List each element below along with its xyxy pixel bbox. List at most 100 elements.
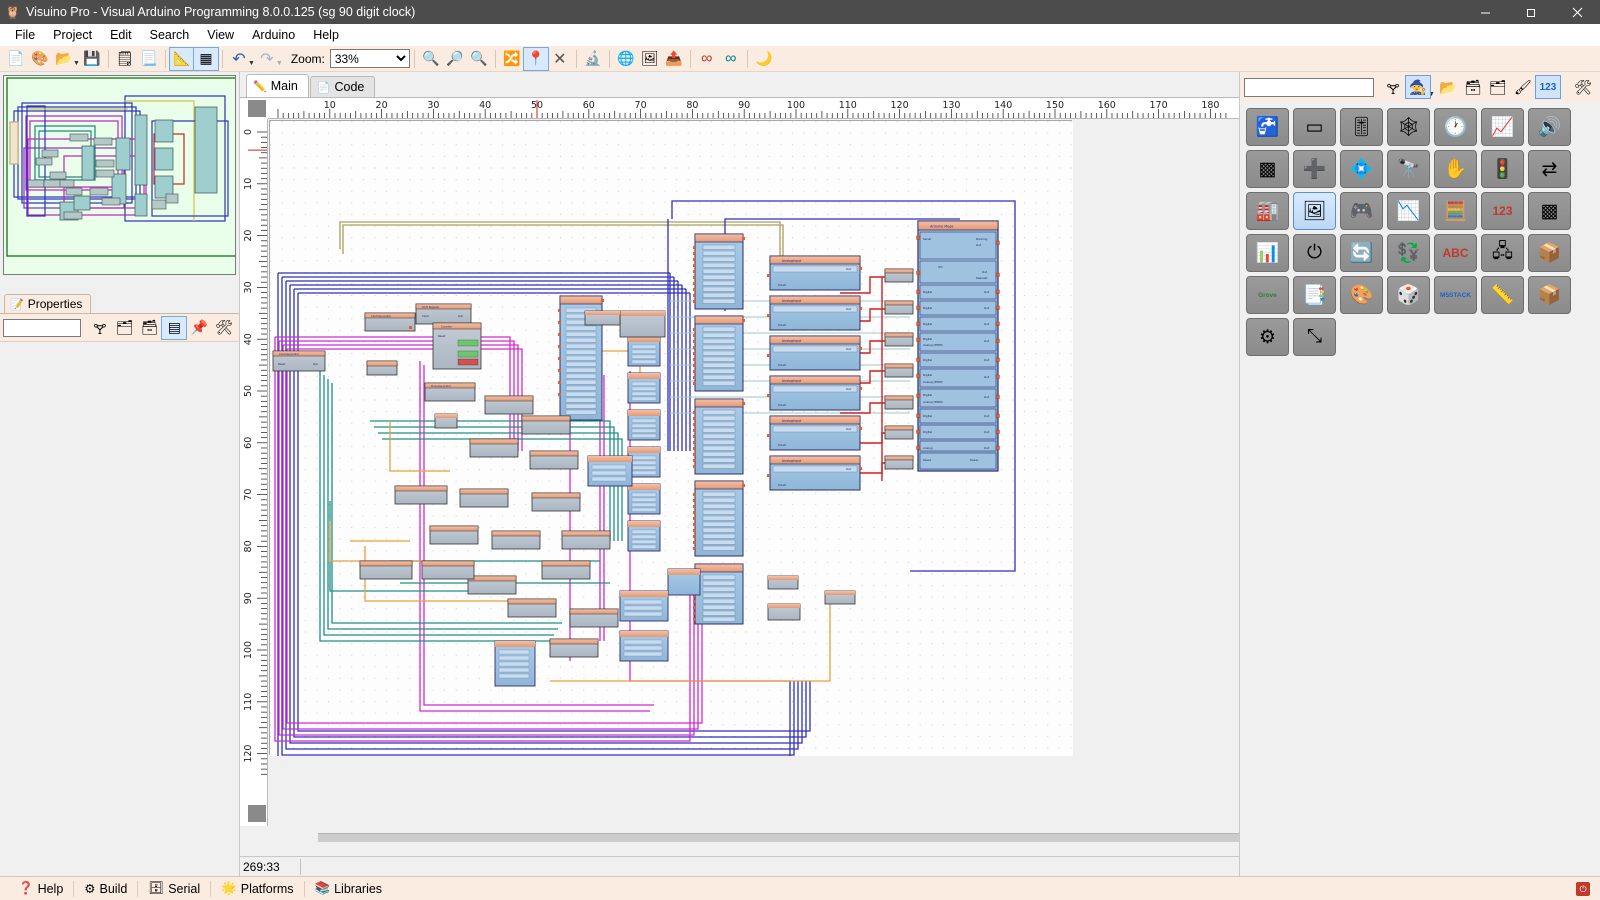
chart-category-icon[interactable]: 📈 (1481, 108, 1524, 146)
delete-connections-icon[interactable]: ✕ (548, 48, 572, 70)
show-grid-icon[interactable]: ▦ (192, 46, 219, 71)
menu-help[interactable]: Help (304, 26, 348, 44)
zoom-select[interactable]: 10%25%33%50%75%100%150%200% (329, 49, 410, 68)
traffic-light-category-icon[interactable]: 🚦 (1481, 150, 1524, 188)
platforms-button[interactable]: 🌟 Platforms (211, 877, 303, 900)
arduino-compile-icon[interactable]: ∞ (695, 48, 719, 70)
serial-button[interactable]: 🗄 Serial (138, 877, 210, 900)
select-board-icon[interactable]: 🌐 (614, 48, 638, 70)
upload-icon[interactable]: 📤 (662, 48, 686, 70)
arrange-connections-icon[interactable]: 🔀 (500, 48, 524, 70)
boolean-category-icon[interactable]: 🎚 (1340, 108, 1383, 146)
close-button[interactable] (1554, 0, 1600, 24)
audio-category-icon[interactable]: 🔊 (1528, 108, 1571, 146)
horizontal-ruler[interactable]: 10 20 30 40 50 60 70 80 90 100 110 120 130 140 150 160 1… (268, 98, 1239, 119)
network-category-icon[interactable]: 🖧 (1481, 234, 1524, 272)
stop-icon[interactable]: ⏻ (1576, 881, 1590, 896)
memory-category-icon[interactable]: ▭ (1293, 108, 1336, 146)
build-button[interactable]: ⚙ Build (74, 877, 137, 900)
menu-view[interactable]: View (198, 26, 243, 44)
expand-all-icon[interactable]: 🗂 (113, 317, 137, 339)
print-icon[interactable]: 📃 (137, 48, 161, 70)
gamepad-category-icon[interactable]: 🎮 (1340, 192, 1383, 230)
toolbox-options-icon[interactable]: 🛠 (1571, 76, 1595, 98)
horizontal-scrollbar[interactable] (268, 830, 1239, 845)
open-category-icon[interactable]: 📂 (1436, 76, 1460, 98)
show-numbers-icon[interactable]: 123 (1534, 75, 1561, 99)
vertical-scroll-up-box[interactable] (248, 100, 266, 117)
analog-category-icon[interactable]: 🚰 (1246, 108, 1289, 146)
zoom-reset-icon[interactable]: 🔍 (467, 48, 491, 70)
filter-category-icon[interactable]: 📑 (1293, 276, 1336, 314)
libraries-button[interactable]: 📚 Libraries (305, 877, 393, 900)
minimize-button[interactable] (1462, 0, 1508, 24)
filter-components-icon[interactable]: 🝖 (1381, 76, 1405, 98)
tab-main[interactable]: ✏️ Main (246, 74, 309, 97)
vertical-ruler[interactable]: 0 10 20 30 40 50 60 70 80 90 100 110 120 (240, 119, 268, 826)
graph-category-icon[interactable]: 📊 (1246, 234, 1289, 272)
diagram-canvas[interactable]: Arduino Mega Serial Running Out I2C Out … (269, 120, 1239, 826)
logic-category-icon[interactable]: 📦 (1528, 234, 1571, 272)
help-button[interactable]: ❓ Help (8, 877, 73, 900)
zoom-in-icon[interactable]: 🔍 (419, 48, 443, 70)
expand-category-icon[interactable]: ⤡ (1293, 318, 1336, 356)
measure-category-icon[interactable]: 📏 (1481, 276, 1524, 314)
open-project-icon[interactable]: 🎨 (28, 48, 52, 70)
overview-scrollbar[interactable] (3, 275, 236, 287)
numbers-category-icon[interactable]: 123 (1481, 192, 1524, 230)
image-category-icon[interactable]: 🖼 (1293, 192, 1336, 230)
package-category-icon[interactable]: 📦 (1528, 276, 1571, 314)
physics-category-icon[interactable]: 📉 (1387, 192, 1430, 230)
clock-time-category-icon[interactable]: 🕐 (1434, 108, 1477, 146)
open-recent-icon[interactable]: 📂 (52, 48, 76, 70)
sync-category-icon[interactable]: 🔄 (1340, 234, 1383, 272)
tab-code[interactable]: 📄 Code (309, 76, 376, 97)
menu-project[interactable]: Project (44, 26, 101, 44)
grove-category-icon[interactable]: Grove (1246, 276, 1289, 314)
qrcode-category-icon[interactable]: ▩ (1528, 192, 1571, 230)
menu-search[interactable]: Search (141, 26, 199, 44)
component-palette[interactable]: 🚰 ▭ 🎚 🕸 🕐 📈 🔊 ▩ ➕ 💠 🔭 ✋ 🚦 ⇄ 🏭 🖼 🎮 📉 🧮 123 ▩ 📊 ⏻ 🔄 💱 ABC 🖧 📦 Grove 📑 🎨 🎲… (1240, 102, 1599, 876)
neural-network-category-icon[interactable]: 🕸 (1387, 108, 1430, 146)
color-category-icon[interactable]: 🎨 (1340, 276, 1383, 314)
menu-file[interactable]: File (6, 26, 44, 44)
group-by-category-icon[interactable]: ▤ (161, 315, 188, 340)
text-category-icon[interactable]: ABC (1434, 234, 1477, 272)
board-preview-icon[interactable]: 🖼 (638, 48, 662, 70)
collapse-categories-icon[interactable]: 🗃 (1461, 76, 1485, 98)
telescope-category-icon[interactable]: 🔭 (1387, 150, 1430, 188)
night-mode-icon[interactable]: 🌙 (752, 48, 776, 70)
binary-category-icon[interactable]: ▩ (1246, 150, 1289, 188)
touch-category-icon[interactable]: ✋ (1434, 150, 1477, 188)
arduino-ide-icon[interactable]: ∞ (719, 48, 743, 70)
m5stack-category-icon[interactable]: M5STACK (1434, 276, 1477, 314)
convert-category-icon[interactable]: ⇄ (1528, 150, 1571, 188)
currency-category-icon[interactable]: 💱 (1387, 234, 1430, 272)
save-project-icon[interactable]: 💾 (80, 48, 104, 70)
redo-icon[interactable]: ↷ (255, 48, 279, 70)
component-wizard-icon[interactable]: 🧙 (1405, 75, 1431, 99)
calculator-category-icon[interactable]: 🧮 (1434, 192, 1477, 230)
properties-options-icon[interactable]: 🛠 (212, 317, 236, 339)
tab-properties[interactable]: 📝 Properties (4, 294, 92, 313)
save-as-icon[interactable]: 🗒 (113, 48, 137, 70)
horizontal-scroll-thumb[interactable] (318, 833, 1239, 842)
show-ruler-icon[interactable]: 📐 (168, 46, 195, 71)
filter-properties-icon[interactable]: 🝖 (88, 317, 112, 339)
menu-edit[interactable]: Edit (101, 26, 141, 44)
math-category-icon[interactable]: ➕ (1293, 150, 1336, 188)
refresh-palette-icon[interactable]: 🖌 (1511, 76, 1535, 98)
pin-properties-icon[interactable]: 📌 (187, 317, 211, 339)
diagram-sheet[interactable]: Arduino Mega Serial Running Out I2C Out … (269, 120, 1073, 762)
menu-arduino[interactable]: Arduino (243, 26, 304, 44)
toolbox-search-input[interactable] (1244, 77, 1374, 97)
undo-icon[interactable]: ↶ (227, 48, 251, 70)
crystal-category-icon[interactable]: 💠 (1340, 150, 1383, 188)
vertical-scroll-down-box[interactable] (248, 805, 266, 822)
inspect-code-icon[interactable]: 🔬 (581, 48, 605, 70)
project-overview-thumbnail[interactable] (3, 75, 236, 275)
zoom-out-icon[interactable]: 🔎 (443, 48, 467, 70)
select-pin-icon[interactable]: 📍 (522, 46, 549, 71)
new-project-icon[interactable]: 📄 (4, 48, 28, 70)
maximize-button[interactable] (1508, 0, 1554, 24)
